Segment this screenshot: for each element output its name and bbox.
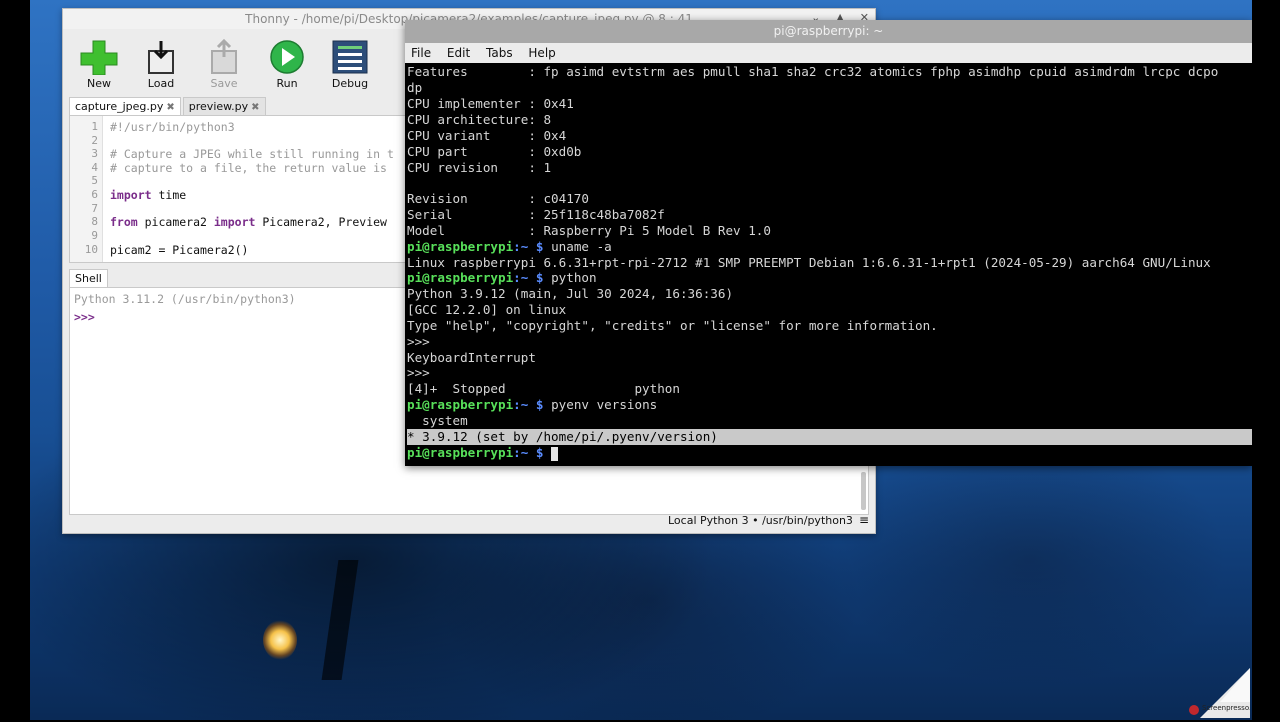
- terminal-line: Revision : c04170: [407, 191, 589, 206]
- terminal-titlebar[interactable]: pi@raspberrypi: ~: [405, 20, 1252, 43]
- terminal-line: dp: [407, 80, 423, 95]
- terminal-line: >>>: [407, 334, 430, 349]
- letterbox-left: [0, 0, 30, 720]
- terminal-line: Linux raspberrypi 6.6.31+rpt-rpi-2712 #1…: [407, 255, 1211, 270]
- lamp-glow: [263, 620, 297, 660]
- close-tab-icon[interactable]: ✖: [166, 102, 174, 113]
- close-tab-icon[interactable]: ✖: [251, 102, 259, 113]
- boat-silhouette: [321, 560, 359, 680]
- interpreter-selector[interactable]: Local Python 3 • /usr/bin/python3: [668, 514, 853, 527]
- terminal-line: CPU architecture: 8: [407, 112, 552, 127]
- terminal-line: Serial : 25f118c48ba7082f: [407, 207, 665, 222]
- terminal-line: system: [407, 413, 468, 428]
- terminal-line: Python 3.9.12 (main, Jul 30 2024, 16:36:…: [407, 286, 734, 301]
- terminal-line: CPU implementer : 0x41: [407, 96, 574, 111]
- play-icon: [267, 39, 307, 75]
- plus-icon: [79, 39, 119, 76]
- tab-capture-jpeg[interactable]: capture_jpeg.py ✖: [69, 97, 181, 116]
- menu-help[interactable]: Help: [528, 46, 555, 60]
- terminal-line: [GCC 12.2.0] on linux: [407, 302, 567, 317]
- text-cursor: [551, 446, 559, 461]
- folder-open-icon: [141, 39, 181, 75]
- terminal-line: KeyboardInterrupt: [407, 350, 536, 365]
- shell-prompt[interactable]: >>>: [74, 310, 95, 324]
- terminal-output[interactable]: Features : fp asimd evtstrm aes pmull sh…: [405, 63, 1252, 466]
- shell-version-text: Python 3.11.2 (/usr/bin/python3): [74, 292, 296, 306]
- terminal-active-prompt[interactable]: pi@raspberrypi:~ $: [407, 445, 1252, 461]
- save-button[interactable]: Save: [194, 38, 254, 90]
- terminal-line: CPU revision : 1: [407, 160, 552, 175]
- terminal-line: [4]+ Stopped python: [407, 381, 680, 396]
- editor-tabs: capture_jpeg.py ✖ preview.py ✖: [69, 95, 268, 116]
- terminal-line: Features : fp asimd evtstrm aes pmull sh…: [407, 64, 1219, 79]
- terminal-prompt-line: pi@raspberrypi:~ $ uname -a: [407, 239, 612, 254]
- terminal-prompt-line: pi@raspberrypi:~ $ pyenv versions: [407, 397, 658, 412]
- terminal-line: >>>: [407, 365, 430, 380]
- tab-shell[interactable]: Shell: [69, 269, 108, 288]
- run-button[interactable]: Run: [257, 39, 317, 90]
- terminal-selected-line[interactable]: * 3.9.12 (set by /home/pi/.pyenv/version…: [407, 429, 1252, 445]
- menu-tabs[interactable]: Tabs: [486, 46, 513, 60]
- terminal-window[interactable]: pi@raspberrypi: ~ File Edit Tabs Help Fe…: [405, 20, 1252, 466]
- terminal-line: CPU variant : 0x4: [407, 128, 567, 143]
- shell-scrollbar[interactable]: [861, 472, 866, 510]
- menu-file[interactable]: File: [411, 46, 431, 60]
- save-icon: [204, 38, 244, 75]
- code-editor[interactable]: 1 #!/usr/bin/python3 2 3 # Capture a JPEG …: [69, 115, 411, 263]
- terminal-line: Model : Raspberry Pi 5 Model B Rev 1.0: [407, 223, 771, 238]
- shell-tabs: Shell: [69, 267, 110, 288]
- letterbox-right: [1252, 0, 1280, 720]
- terminal-menubar: File Edit Tabs Help: [405, 43, 1252, 63]
- debug-icon: [330, 39, 370, 75]
- screenpresso-watermark: Screenpresso.com: [1180, 668, 1250, 718]
- load-button[interactable]: Load: [131, 39, 191, 90]
- terminal-line: CPU part : 0xd0b: [407, 144, 582, 159]
- new-button[interactable]: New: [69, 39, 129, 90]
- thonny-statusbar: Local Python 3 • /usr/bin/python3 ≡: [63, 513, 875, 531]
- debug-button[interactable]: Debug: [320, 39, 380, 90]
- terminal-line: Type "help", "copyright", "credits" or "…: [407, 318, 938, 333]
- terminal-prompt-line: pi@raspberrypi:~ $ python: [407, 270, 597, 285]
- hamburger-menu-icon[interactable]: ≡: [859, 513, 869, 527]
- menu-edit[interactable]: Edit: [447, 46, 470, 60]
- tab-preview[interactable]: preview.py ✖: [182, 97, 266, 116]
- watermark-text: Screenpresso.com: [1202, 704, 1250, 712]
